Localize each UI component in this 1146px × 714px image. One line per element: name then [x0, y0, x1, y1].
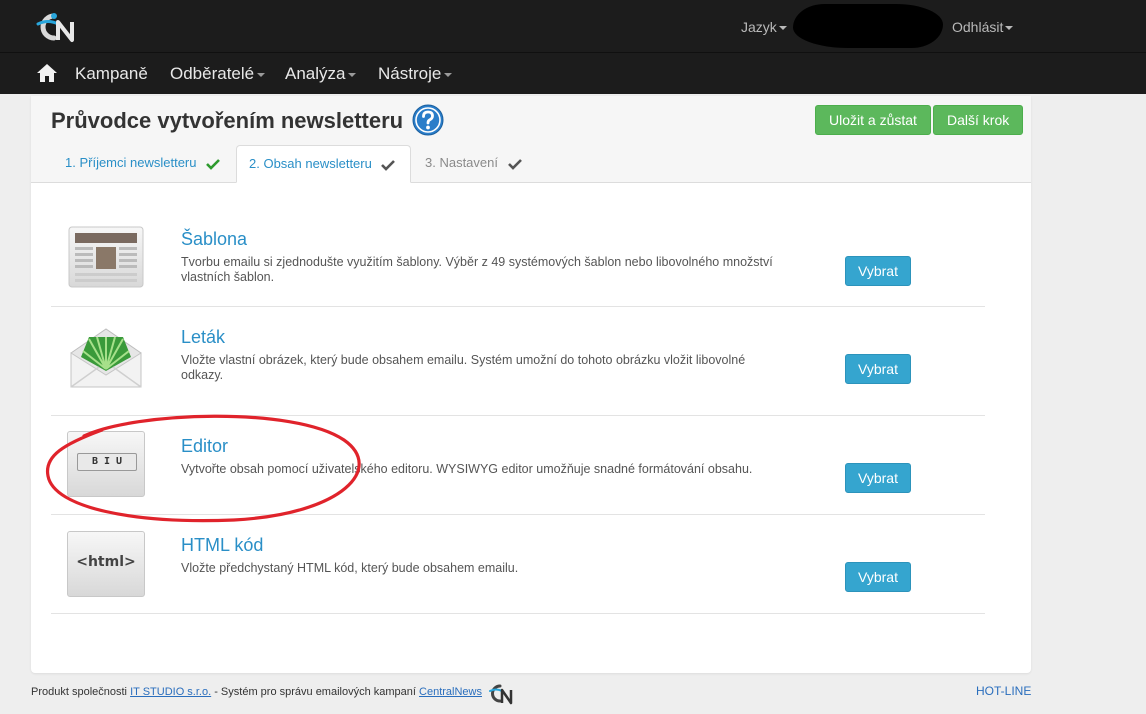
option-description: Tvorbu emailu si zjednodušte využitím ša…	[181, 255, 773, 284]
footer-text: Produkt společnosti IT STUDIO s.r.o. - S…	[31, 686, 482, 698]
editor-icon: B I U	[67, 431, 145, 497]
html-icon-text: <html>	[76, 554, 136, 570]
template-icon	[68, 226, 144, 288]
option-template: Šablona Tvorbu emailu si zjednodušte vyu…	[51, 209, 985, 307]
wizard-header: Průvodce vytvořením newsletteru Uložit a…	[31, 96, 1031, 183]
logo-icon[interactable]	[34, 10, 80, 46]
option-description: Vložte předchystaný HTML kód, který bude…	[181, 561, 519, 575]
check-icon	[206, 159, 221, 170]
caret-down-icon	[348, 72, 357, 77]
editor-toolbar-text: B I U	[77, 453, 137, 471]
company-link[interactable]: IT STUDIO s.r.o.	[130, 686, 211, 698]
logo-icon	[489, 684, 513, 705]
caret-down-icon	[444, 72, 453, 77]
option-editor: B I U Editor Vytvořte obsah pomocí uživa…	[51, 416, 985, 515]
tab-settings[interactable]: 3. Nastavení	[425, 145, 522, 183]
select-template-button[interactable]: Vybrat	[845, 256, 911, 286]
main-menu: Kampaně Odběratelé Analýza Nástroje	[0, 52, 1146, 94]
top-navbar: Jazyk Odhlásit Kampaně Odběratelé Analýz…	[0, 0, 1146, 94]
select-editor-button[interactable]: Vybrat	[845, 463, 911, 493]
option-title[interactable]: Editor	[181, 436, 228, 457]
menu-kampane[interactable]: Kampaně	[75, 64, 148, 84]
next-step-button[interactable]: Další krok	[933, 105, 1024, 135]
select-html-button[interactable]: Vybrat	[845, 562, 911, 592]
check-icon	[507, 159, 522, 170]
option-flyer: Leták Vložte vlastní obrázek, který bude…	[51, 307, 985, 416]
language-menu[interactable]: Jazyk	[741, 19, 787, 35]
hotline-link[interactable]: HOT-LINE	[976, 684, 1031, 698]
product-link[interactable]: CentralNews	[419, 686, 482, 698]
wizard-panel: Průvodce vytvořením newsletteru Uložit a…	[31, 96, 1031, 673]
tab-content[interactable]: 2. Obsah newsletteru	[236, 145, 411, 183]
help-icon[interactable]	[412, 104, 444, 136]
option-title[interactable]: Šablona	[181, 229, 247, 250]
redacted-user	[793, 4, 943, 48]
menu-odberatele[interactable]: Odběratelé	[170, 64, 266, 84]
tab-recipients[interactable]: 1. Příjemci newsletteru	[65, 145, 221, 183]
option-description: Vložte vlastní obrázek, který bude obsah…	[181, 353, 746, 382]
envelope-icon	[70, 328, 142, 388]
select-flyer-button[interactable]: Vybrat	[845, 354, 911, 384]
logout-menu[interactable]: Odhlásit	[952, 19, 1014, 35]
save-and-stay-button[interactable]: Uložit a zůstat	[815, 105, 931, 135]
menu-nastroje[interactable]: Nástroje	[378, 64, 453, 84]
caret-down-icon	[778, 26, 787, 31]
option-title[interactable]: HTML kód	[181, 535, 263, 556]
caret-down-icon	[1005, 26, 1014, 31]
option-html: <html> HTML kód Vložte předchystaný HTML…	[51, 515, 985, 614]
menu-analyza[interactable]: Analýza	[285, 64, 357, 84]
check-icon	[381, 160, 396, 171]
page-title: Průvodce vytvořením newsletteru	[51, 108, 404, 133]
home-icon[interactable]	[36, 63, 58, 83]
html-icon: <html>	[67, 531, 145, 597]
option-description: Vytvořte obsah pomocí uživatelského edit…	[181, 462, 753, 476]
option-title[interactable]: Leták	[181, 327, 225, 348]
caret-down-icon	[257, 72, 266, 77]
